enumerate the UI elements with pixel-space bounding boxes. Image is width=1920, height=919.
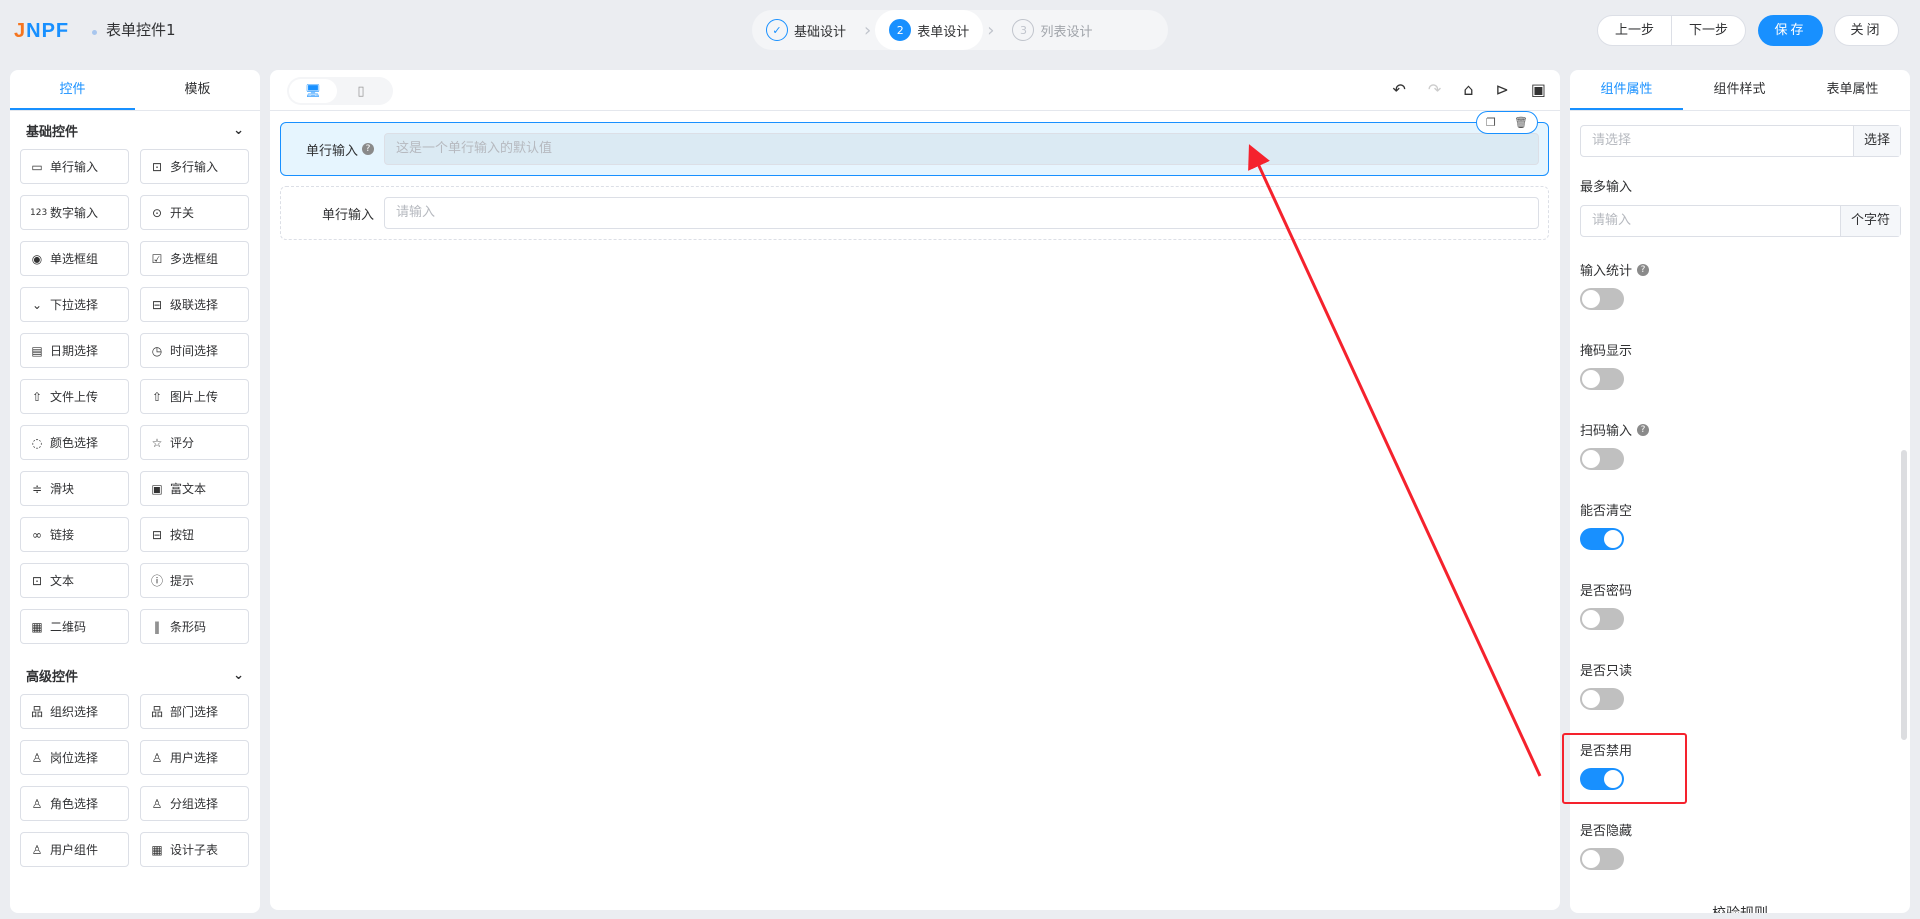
annotation-arrow [1248, 144, 1542, 777]
